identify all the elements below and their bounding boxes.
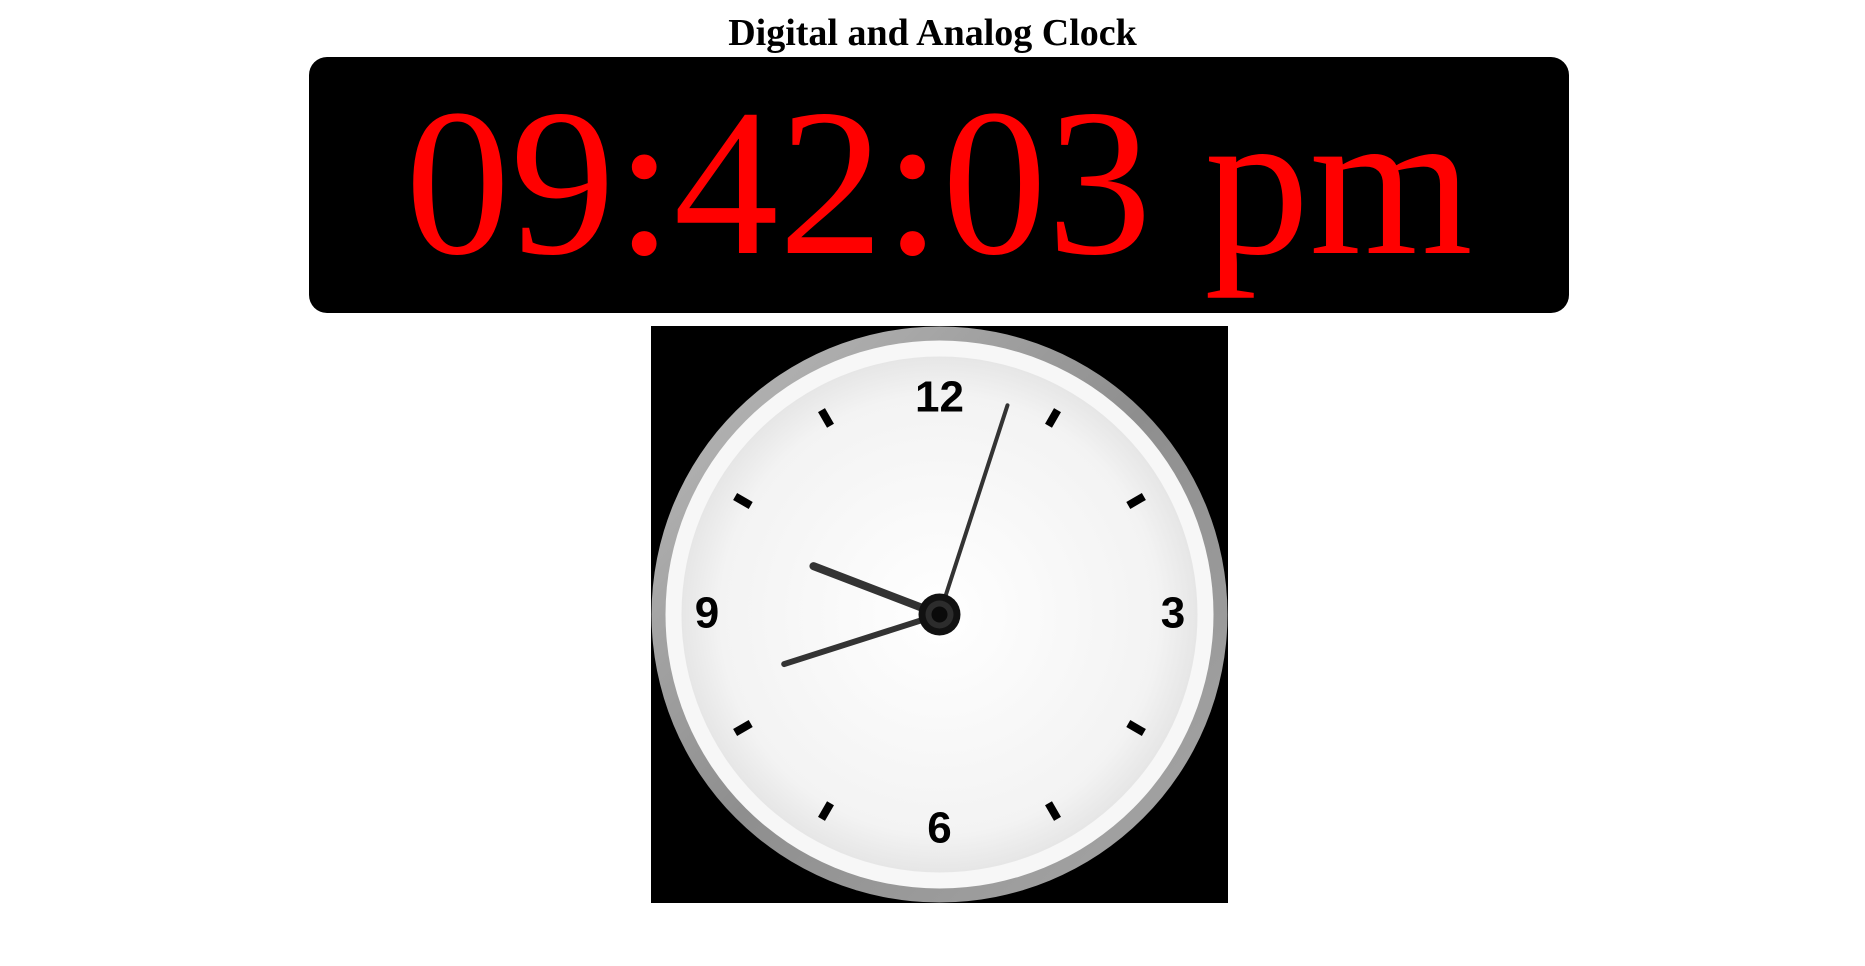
numeral-12: 12 xyxy=(915,373,964,422)
digital-time-readout: 09:42:03 pm xyxy=(405,67,1473,299)
numeral-6: 6 xyxy=(927,804,951,853)
analog-clock-svg: 12 3 6 9 xyxy=(651,326,1228,903)
analog-clock: 12 3 6 9 xyxy=(651,326,1228,903)
numeral-9: 9 xyxy=(695,589,719,638)
numeral-3: 3 xyxy=(1161,589,1185,638)
digital-clock-display: 09:42:03 pm xyxy=(309,57,1569,313)
center-cap-dot xyxy=(931,606,948,623)
page-title: Digital and Analog Clock xyxy=(728,12,1137,54)
